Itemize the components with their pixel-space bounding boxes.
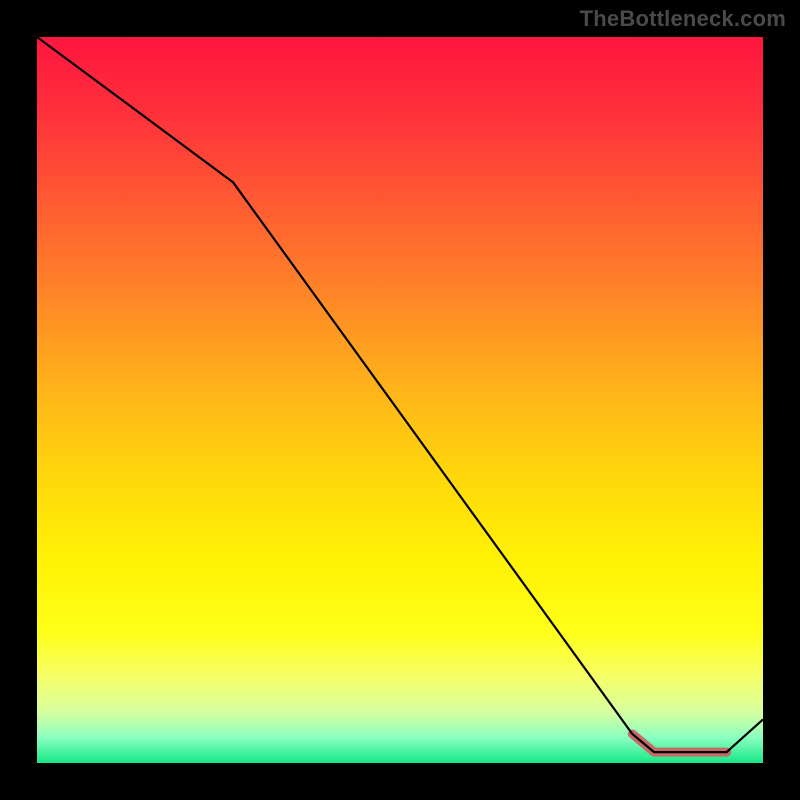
- watermark-text: TheBottleneck.com: [580, 6, 786, 32]
- plot-background: [37, 37, 763, 763]
- bottleneck-chart: [0, 0, 800, 800]
- chart-frame: { "watermark": "TheBottleneck.com", "plo…: [0, 0, 800, 800]
